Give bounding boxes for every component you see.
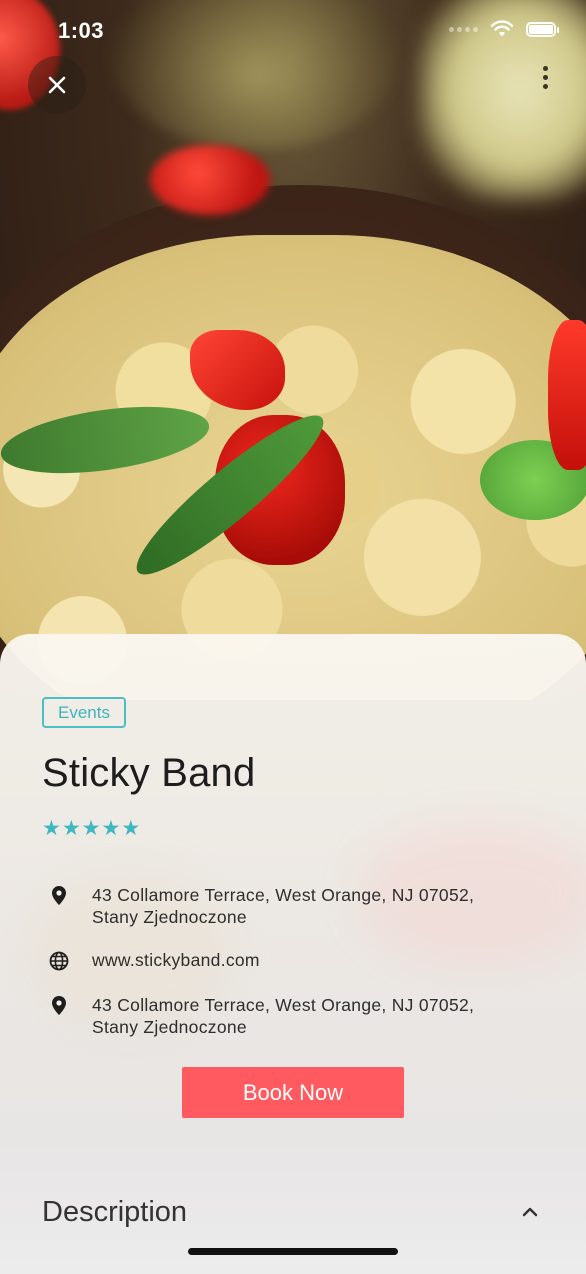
home-indicator[interactable] [188,1248,398,1255]
event-title: Sticky Band [42,751,256,795]
address-row[interactable]: 43 Collamore Terrace, West Orange, NJ 07… [48,994,474,1037]
address-row[interactable]: 43 Collamore Terrace, West Orange, NJ 07… [48,884,474,927]
star-icon: ★ [101,817,121,840]
hero-image [0,0,586,700]
star-icon: ★ [81,817,101,840]
category-tag[interactable]: Events [42,697,126,728]
details-sheet: Events Sticky Band ★ ★ ★ ★ ★ 43 Collamor… [0,634,586,1274]
more-vertical-icon [542,65,548,71]
star-icon: ★ [61,817,81,840]
battery-icon [526,21,559,37]
star-icon: ★ [121,817,141,840]
status-time: 1:03 [58,18,105,43]
address-text: 43 Collamore Terrace, West Orange, NJ 07… [92,885,475,927]
rating-stars: ★ ★ ★ ★ ★ [42,818,140,840]
description-heading[interactable]: Description [42,1196,187,1229]
close-button[interactable] [28,56,86,114]
star-icon: ★ [42,817,61,840]
screen: 1:03 Events Sticky Band ★ ★ ★ ★ ★ 43 Col… [0,0,586,1274]
cellular-signal-icon [449,26,478,32]
globe-icon [48,949,70,971]
more-options-button[interactable] [530,60,560,94]
book-now-button[interactable]: Book Now [182,1067,404,1118]
location-pin-icon [48,994,70,1015]
address-text: 43 Collamore Terrace, West Orange, NJ 07… [92,995,475,1037]
location-pin-icon [48,884,70,905]
wifi-icon [490,20,514,37]
website-row[interactable]: www.stickyband.com [48,949,260,971]
close-icon [48,76,66,94]
website-link[interactable]: www.stickyband.com [92,949,522,971]
status-icons [449,20,559,38]
chevron-up-icon[interactable] [520,1204,540,1220]
